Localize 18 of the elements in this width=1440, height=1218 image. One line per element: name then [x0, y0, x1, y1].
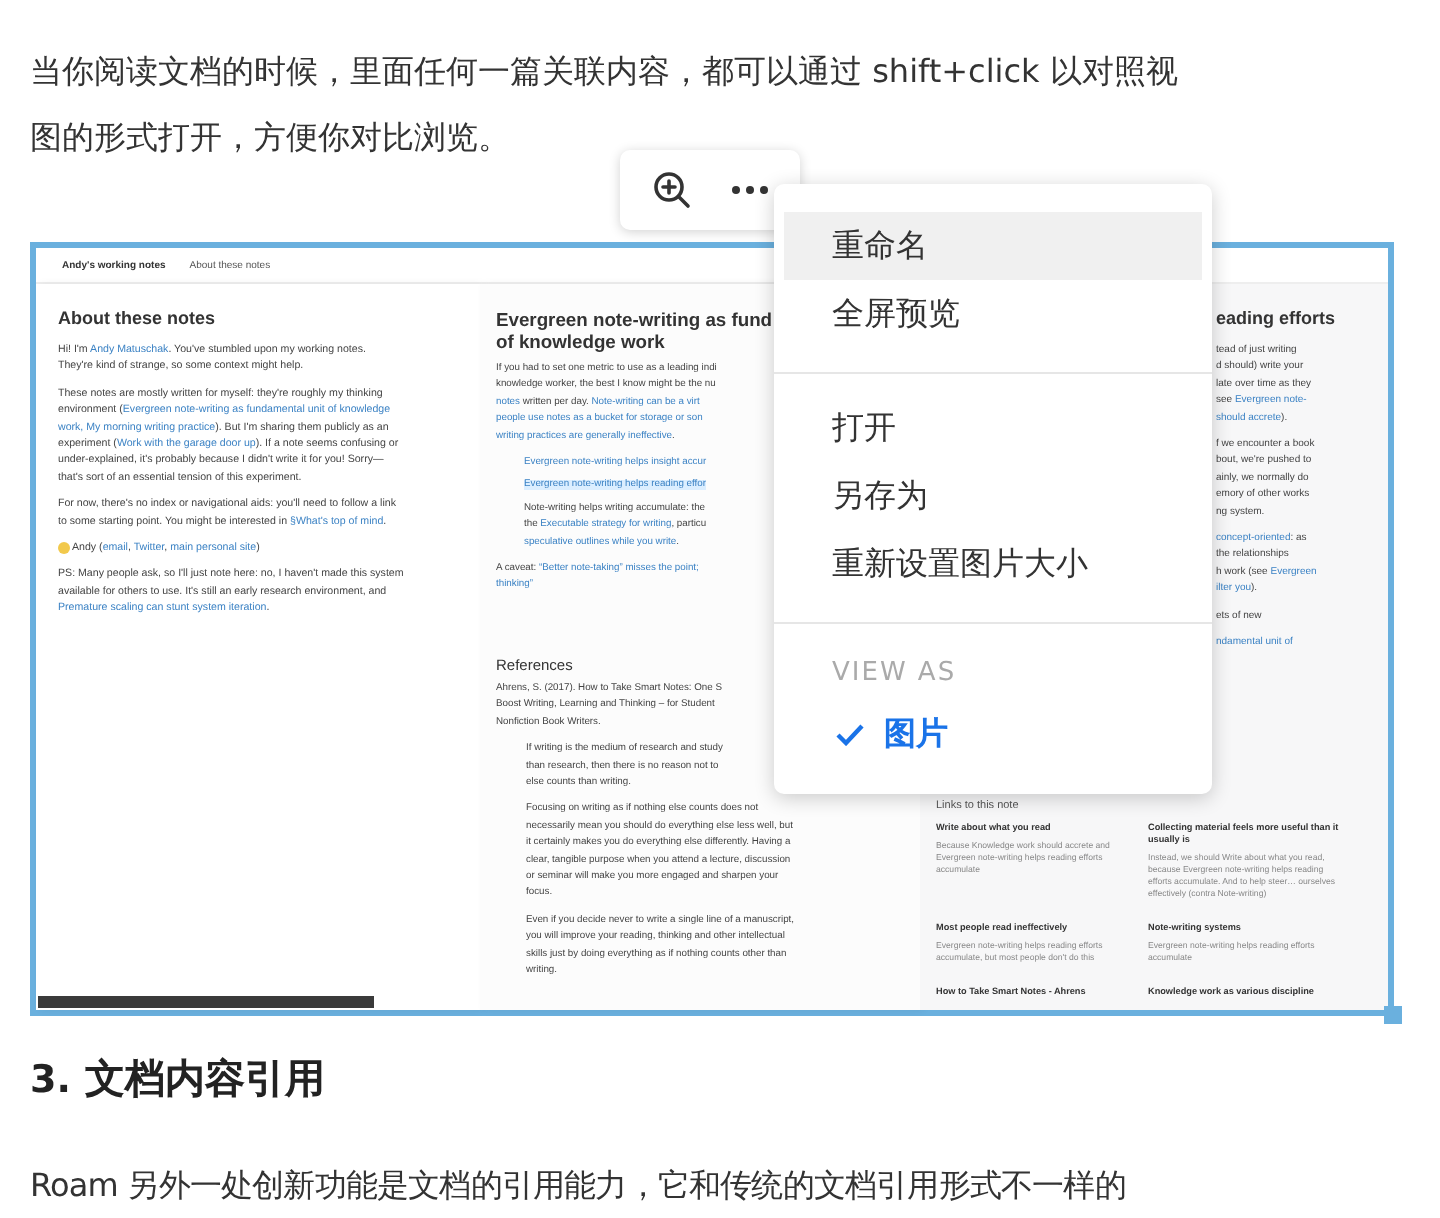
menu-section-label: VIEW AS: [830, 655, 959, 691]
menu-item[interactable]: 打开: [784, 394, 1202, 462]
intro-paragraph: 当你阅读文档的时候，里面任何一篇关联内容，都可以通过 shift+click 以对照视图的形式打开，方便你对比浏览。: [30, 50, 1180, 160]
smiley-icon: [58, 542, 70, 555]
resize-handle[interactable]: [1384, 1006, 1402, 1024]
more-icon: [732, 186, 768, 194]
menu-item[interactable]: 全屏预览: [784, 280, 1202, 348]
menu-item[interactable]: 重新设置图片大小: [784, 530, 1202, 598]
note-title: About these notes: [58, 308, 216, 330]
menu-item[interactable]: 另存为: [784, 462, 1202, 530]
body-paragraph: Roam 另外一处创新功能是文档的引用能力，它和传统的文档引用形式不一样的: [30, 1166, 1128, 1208]
check-icon: [836, 723, 864, 745]
note-title: Evergreen note-writing as fund of knowledge work: [496, 308, 773, 352]
zoom-in-icon: [652, 170, 692, 210]
menu-item[interactable]: 图片: [784, 700, 1202, 768]
section-heading: 3. 文档内容引用: [30, 1052, 325, 1106]
note-title: eading efforts: [1216, 308, 1336, 330]
menu-item[interactable]: 重命名: [784, 212, 1202, 280]
